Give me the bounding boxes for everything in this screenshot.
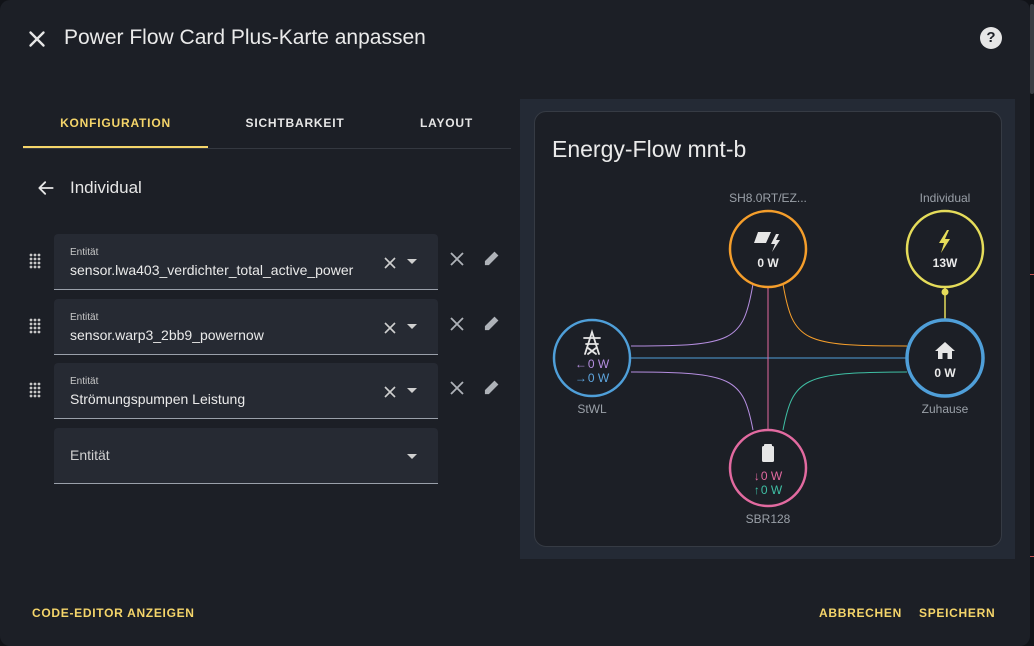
entity-row: Entität Strömungspumpen Leistung [24,363,514,419]
battery-discharge-value: ↑0 W [754,483,783,497]
entity-field-value[interactable]: Strömungspumpen Leistung [70,391,245,407]
clear-icon[interactable] [382,255,398,271]
battery-icon [762,444,774,462]
solar-value: 0 W [757,256,779,270]
entity-field-value[interactable]: sensor.warp3_2bb9_powernow [70,327,264,343]
home-label: Zuhause [922,402,969,416]
pencil-icon[interactable] [482,248,502,268]
scrollbar[interactable] [1030,0,1034,646]
grid-return-arrow: ← [575,357,587,371]
grid-to-battery-line [630,371,754,431]
entity-picker[interactable]: Entität sensor.warp3_2bb9_powernow [54,299,438,355]
solar-to-home-line [782,283,908,347]
grid-return-amount: 0 W [588,357,610,371]
background-accent [1030,556,1034,557]
battery-charge-value: ↓0 W [754,469,783,483]
new-entity-placeholder: Entität [70,447,110,463]
entity-picker[interactable]: Entität Strömungspumpen Leistung [54,363,438,419]
remove-icon[interactable] [448,315,466,333]
individual-node[interactable] [905,209,985,289]
grid-consumption-amount: 0 W [588,371,610,385]
new-entity-picker[interactable]: Entität [54,428,438,484]
scrollbar-thumb[interactable] [1030,4,1034,94]
pencil-icon[interactable] [482,313,502,333]
individual-value: 13W [933,256,958,270]
cancel-button[interactable]: ABBRECHEN [819,606,902,620]
save-button[interactable]: SPEICHERN [919,606,995,620]
battery-discharge-amount: 0 W [761,483,783,497]
drag-handle-icon[interactable] [28,317,42,335]
battery-label: SBR128 [746,512,791,526]
battery-to-home-line [782,371,908,431]
entity-field-label: Entität [70,312,99,323]
grid-consumption-arrow: → [575,371,587,385]
entity-row: Entität sensor.lwa403_verdichter_total_a… [24,234,514,290]
individual-connector-dot [941,288,949,296]
tab-konfiguration[interactable]: KONFIGURATION [23,100,208,148]
clear-icon[interactable] [382,320,398,336]
subpage-title: Individual [70,178,142,197]
arrow-left-icon[interactable] [36,178,56,198]
grid-consumption-value: →0 W [575,371,610,385]
home-node[interactable] [905,318,985,398]
tab-layout[interactable]: LAYOUT [382,100,511,146]
chevron-down-icon[interactable] [406,453,418,461]
solar-label: SH8.0RT/EZ... [729,191,807,205]
power-flow-card: Energy-Flow mnt-b SH8.0RT/EZ... 0 W Indi… [534,111,1002,547]
grid-return-value: ←0 W [575,357,610,371]
entity-field-label: Entität [70,247,99,258]
drag-handle-icon[interactable] [28,252,42,270]
remove-icon[interactable] [448,379,466,397]
drag-handle-icon[interactable] [28,381,42,399]
entity-field-label: Entität [70,376,99,387]
edit-card-dialog: Power Flow Card Plus-Karte anpassen ? KO… [0,0,1030,646]
tab-bar: KONFIGURATION SICHTBARKEIT LAYOUT [23,100,511,149]
entity-picker[interactable]: Entität sensor.lwa403_verdichter_total_a… [54,234,438,290]
solar-to-grid-line [630,283,754,347]
close-icon[interactable] [24,26,50,52]
clear-icon[interactable] [382,384,398,400]
pencil-icon[interactable] [482,377,502,397]
battery-charge-arrow: ↓ [754,469,760,483]
chevron-down-icon[interactable] [406,387,418,395]
chevron-down-icon[interactable] [406,258,418,266]
help-icon[interactable]: ? [980,27,1002,49]
tab-sichtbarkeit[interactable]: SICHTBARKEIT [208,100,382,146]
battery-discharge-arrow: ↑ [754,483,760,497]
grid-label: StWL [577,402,607,416]
remove-icon[interactable] [448,250,466,268]
entity-field-value[interactable]: sensor.lwa403_verdichter_total_active_po… [70,262,353,278]
home-value: 0 W [934,366,956,380]
individual-label: Individual [920,191,971,205]
battery-charge-amount: 0 W [761,469,783,483]
dialog-title: Power Flow Card Plus-Karte anpassen [64,26,426,49]
show-code-editor-button[interactable]: CODE-EDITOR ANZEIGEN [32,606,195,620]
chevron-down-icon[interactable] [406,323,418,331]
dialog-header: Power Flow Card Plus-Karte anpassen ? [0,0,1030,78]
power-flow-diagram: SH8.0RT/EZ... 0 W Individual 13W ←0 W →0… [552,191,985,526]
background-accent [1030,274,1034,275]
entity-row: Entität sensor.warp3_2bb9_powernow [24,299,514,355]
solar-node[interactable] [728,209,808,289]
